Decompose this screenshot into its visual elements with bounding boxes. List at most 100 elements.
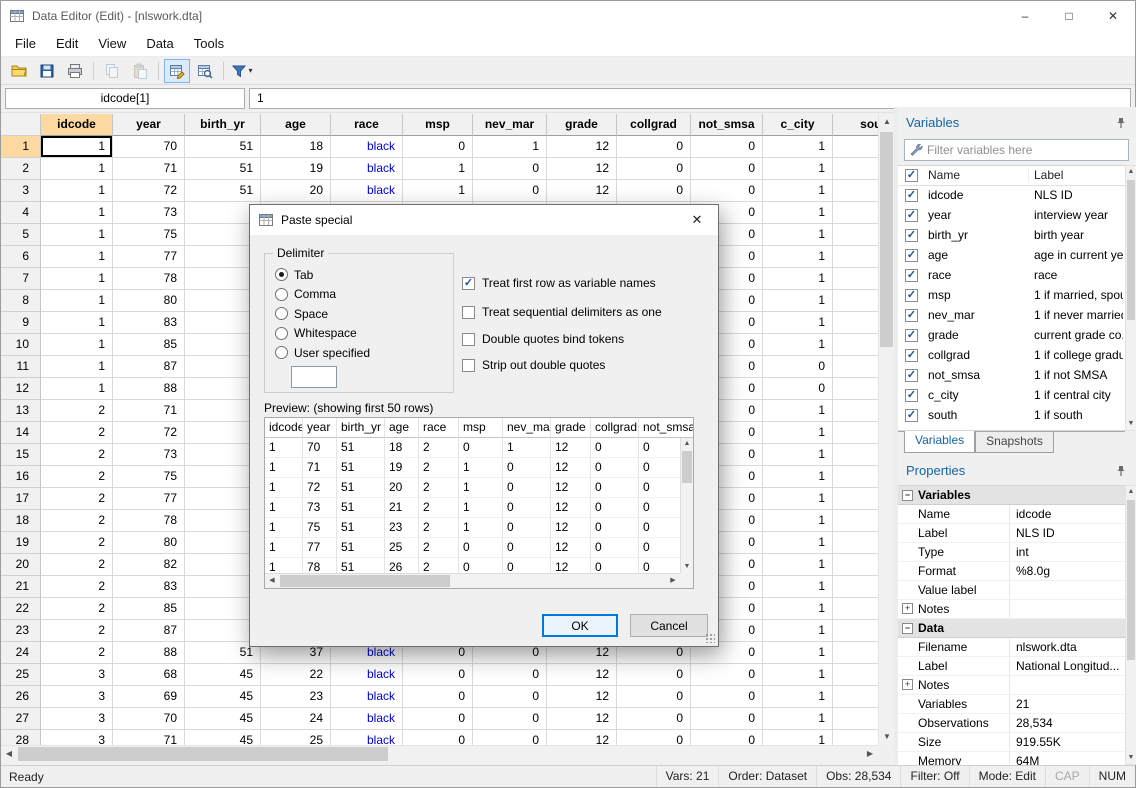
cell-year-10[interactable]: 85 <box>113 334 185 356</box>
row-header-12[interactable]: 12 <box>1 378 41 400</box>
cell-idcode-10[interactable]: 1 <box>41 334 113 356</box>
cell-year-15[interactable]: 73 <box>113 444 185 466</box>
cell-c_city-5[interactable]: 1 <box>763 224 833 246</box>
expand-icon[interactable]: + <box>902 603 913 614</box>
row-header-16[interactable]: 16 <box>1 466 41 488</box>
cell-not_smsa-27[interactable]: 0 <box>691 708 763 730</box>
resize-grip[interactable] <box>705 633 715 643</box>
cell-grade-28[interactable]: 12 <box>547 730 617 745</box>
cell-idcode-6[interactable]: 1 <box>41 246 113 268</box>
cell-grade-1[interactable]: 12 <box>547 136 617 158</box>
row-header-4[interactable]: 4 <box>1 202 41 224</box>
row-header-17[interactable]: 17 <box>1 488 41 510</box>
variable-row-idcode[interactable]: ✓idcodeNLS ID <box>898 186 1125 206</box>
row-header-15[interactable]: 15 <box>1 444 41 466</box>
cell-c_city-10[interactable]: 1 <box>763 334 833 356</box>
cell-idcode-4[interactable]: 1 <box>41 202 113 224</box>
cell-year-4[interactable]: 73 <box>113 202 185 224</box>
cell-south-3[interactable] <box>833 180 878 202</box>
scroll-down-icon[interactable]: ▼ <box>1126 418 1136 430</box>
cell-idcode-1[interactable]: 1 <box>41 136 113 158</box>
row-header-24[interactable]: 24 <box>1 642 41 664</box>
tab-snapshots[interactable]: Snapshots <box>975 432 1054 453</box>
preview-vscroll-thumb[interactable] <box>682 451 692 483</box>
copy-button[interactable] <box>99 59 125 83</box>
variable-row-msp[interactable]: ✓msp1 if married, spous... <box>898 286 1125 306</box>
cell-year-16[interactable]: 75 <box>113 466 185 488</box>
properties-section-data[interactable]: −Data <box>898 619 1125 638</box>
cell-c_city-19[interactable]: 1 <box>763 532 833 554</box>
cell-c_city-26[interactable]: 1 <box>763 686 833 708</box>
row-header-20[interactable]: 20 <box>1 554 41 576</box>
cell-idcode-2[interactable]: 1 <box>41 158 113 180</box>
column-header-birth_yr[interactable]: birth_yr <box>185 114 261 136</box>
property-value[interactable] <box>1010 676 1125 694</box>
column-header-idcode[interactable]: idcode <box>41 114 113 136</box>
cell-msp-26[interactable]: 0 <box>403 686 473 708</box>
row-header-22[interactable]: 22 <box>1 598 41 620</box>
row-header-9[interactable]: 9 <box>1 312 41 334</box>
cell-idcode-5[interactable]: 1 <box>41 224 113 246</box>
cell-race-2[interactable]: black <box>331 158 403 180</box>
properties-scrollbar[interactable]: ▲ ▼ <box>1125 485 1136 765</box>
cell-idcode-25[interactable]: 3 <box>41 664 113 686</box>
menu-tools[interactable]: Tools <box>184 31 234 57</box>
cell-race-26[interactable]: black <box>331 686 403 708</box>
row-header-28[interactable]: 28 <box>1 730 41 745</box>
scroll-up-icon[interactable]: ▲ <box>879 114 895 130</box>
cell-value-input[interactable]: 1 <box>249 88 1131 109</box>
cell-c_city-1[interactable]: 1 <box>763 136 833 158</box>
cell-c_city-3[interactable]: 1 <box>763 180 833 202</box>
cell-not_smsa-2[interactable]: 0 <box>691 158 763 180</box>
cell-race-25[interactable]: black <box>331 664 403 686</box>
scroll-up-icon[interactable]: ▲ <box>1126 486 1136 498</box>
column-header-msp[interactable]: msp <box>403 114 473 136</box>
grid-vertical-scrollbar[interactable]: ▲ ▼ <box>878 114 894 745</box>
row-header-25[interactable]: 25 <box>1 664 41 686</box>
column-header-year[interactable]: year <box>113 114 185 136</box>
cell-idcode-28[interactable]: 3 <box>41 730 113 745</box>
cell-idcode-13[interactable]: 2 <box>41 400 113 422</box>
property-value[interactable]: %8.0g <box>1010 562 1125 580</box>
cell-grade-27[interactable]: 12 <box>547 708 617 730</box>
cell-collgrad-25[interactable]: 0 <box>617 664 691 686</box>
cell-idcode-8[interactable]: 1 <box>41 290 113 312</box>
cell-nev_mar-27[interactable]: 0 <box>473 708 547 730</box>
column-header-nev_mar[interactable]: nev_mar <box>473 114 547 136</box>
cell-year-22[interactable]: 85 <box>113 598 185 620</box>
property-value[interactable]: idcode <box>1010 505 1125 523</box>
property-value[interactable]: 21 <box>1010 695 1125 713</box>
cell-birth_yr-25[interactable]: 45 <box>185 664 261 686</box>
variable-checkbox[interactable]: ✓ <box>905 289 918 302</box>
edit-mode-button[interactable] <box>164 59 190 83</box>
cell-idcode-15[interactable]: 2 <box>41 444 113 466</box>
variable-row-nev_mar[interactable]: ✓nev_mar1 if never married <box>898 306 1125 326</box>
row-header-11[interactable]: 11 <box>1 356 41 378</box>
cell-msp-2[interactable]: 1 <box>403 158 473 180</box>
cell-age-25[interactable]: 22 <box>261 664 331 686</box>
preview-horizontal-scrollbar[interactable]: ◀ ▶ <box>265 573 680 588</box>
menu-data[interactable]: Data <box>136 31 183 57</box>
checkbox-strip-out-double-quotes[interactable]: Strip out double quotes <box>462 355 605 375</box>
pin-icon[interactable] <box>1115 465 1127 477</box>
grid-hscroll-thumb[interactable] <box>18 747 388 761</box>
property-value[interactable] <box>1010 600 1125 618</box>
cell-nev_mar-26[interactable]: 0 <box>473 686 547 708</box>
corner-header[interactable] <box>1 114 41 136</box>
menu-view[interactable]: View <box>88 31 136 57</box>
cell-south-17[interactable] <box>833 488 878 510</box>
row-header-8[interactable]: 8 <box>1 290 41 312</box>
close-button[interactable]: ✕ <box>1091 1 1135 31</box>
cell-year-20[interactable]: 82 <box>113 554 185 576</box>
cell-c_city-6[interactable]: 1 <box>763 246 833 268</box>
cell-south-9[interactable] <box>833 312 878 334</box>
cell-age-3[interactable]: 20 <box>261 180 331 202</box>
cell-msp-28[interactable]: 0 <box>403 730 473 745</box>
cell-south-24[interactable] <box>833 642 878 664</box>
variable-row-collgrad[interactable]: ✓collgrad1 if college gradua... <box>898 346 1125 366</box>
collapse-icon[interactable]: − <box>902 490 913 501</box>
cell-birth_yr-3[interactable]: 51 <box>185 180 261 202</box>
cell-not_smsa-3[interactable]: 0 <box>691 180 763 202</box>
cell-idcode-22[interactable]: 2 <box>41 598 113 620</box>
cell-nev_mar-2[interactable]: 0 <box>473 158 547 180</box>
